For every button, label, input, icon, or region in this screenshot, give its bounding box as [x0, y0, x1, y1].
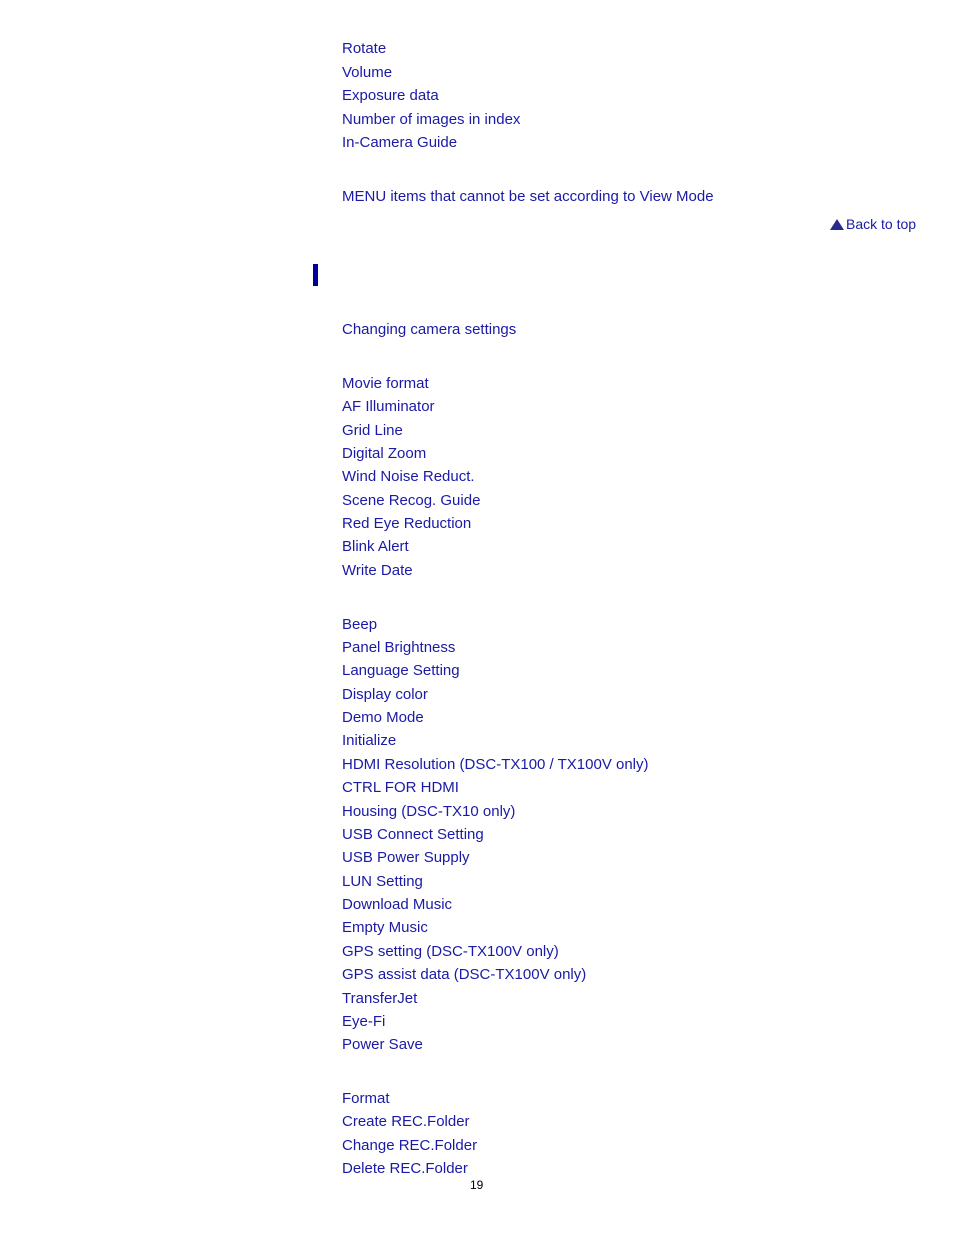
- list-item[interactable]: Initialize: [342, 732, 396, 750]
- list-item[interactable]: USB Connect Setting: [342, 826, 484, 844]
- up-triangle-icon: [830, 219, 844, 230]
- list-item[interactable]: Create REC.Folder: [342, 1113, 470, 1131]
- list-item[interactable]: Beep: [342, 616, 377, 634]
- list-item[interactable]: Language Setting: [342, 662, 460, 680]
- list-item[interactable]: Wind Noise Reduct.: [342, 468, 475, 486]
- back-to-top-label: Back to top: [846, 216, 917, 232]
- list-item[interactable]: Empty Music: [342, 919, 428, 937]
- list-item[interactable]: AF Illuminator: [342, 398, 435, 416]
- list-item[interactable]: Power Save: [342, 1036, 423, 1054]
- back-to-top-link[interactable]: Back to top: [830, 215, 916, 233]
- list-item[interactable]: LUN Setting: [342, 873, 423, 891]
- list-item[interactable]: USB Power Supply: [342, 849, 470, 867]
- list-item[interactable]: Download Music: [342, 896, 452, 914]
- list-item[interactable]: Scene Recog. Guide: [342, 492, 480, 510]
- list-item[interactable]: Housing (DSC-TX10 only): [342, 803, 515, 821]
- link-changing-camera-settings[interactable]: Changing camera settings: [342, 321, 516, 339]
- list-item[interactable]: HDMI Resolution (DSC-TX100 / TX100V only…: [342, 756, 649, 774]
- link-exposure-data[interactable]: Exposure data: [342, 87, 439, 105]
- section-heading-bar: [313, 264, 318, 286]
- list-item[interactable]: Eye-Fi: [342, 1013, 385, 1031]
- list-item[interactable]: Digital Zoom: [342, 445, 426, 463]
- list-item[interactable]: Delete REC.Folder: [342, 1160, 468, 1178]
- list-item[interactable]: Blink Alert: [342, 538, 409, 556]
- link-in-camera-guide[interactable]: In-Camera Guide: [342, 134, 457, 152]
- list-item[interactable]: Grid Line: [342, 422, 403, 440]
- list-item[interactable]: Write Date: [342, 562, 413, 580]
- list-item[interactable]: Demo Mode: [342, 709, 424, 727]
- link-view-mode-restrictions[interactable]: MENU items that cannot be set according …: [342, 188, 714, 206]
- list-item[interactable]: CTRL FOR HDMI: [342, 779, 459, 797]
- list-item[interactable]: Red Eye Reduction: [342, 515, 471, 533]
- list-item[interactable]: Display color: [342, 686, 428, 704]
- list-item[interactable]: GPS setting (DSC-TX100V only): [342, 943, 559, 961]
- list-item[interactable]: GPS assist data (DSC-TX100V only): [342, 966, 586, 984]
- link-volume[interactable]: Volume: [342, 64, 392, 82]
- list-item[interactable]: Movie format: [342, 375, 429, 393]
- list-item[interactable]: TransferJet: [342, 990, 417, 1008]
- link-rotate[interactable]: Rotate: [342, 40, 386, 58]
- list-item[interactable]: Change REC.Folder: [342, 1137, 477, 1155]
- link-number-of-images[interactable]: Number of images in index: [342, 111, 520, 129]
- list-item[interactable]: Panel Brightness: [342, 639, 455, 657]
- page-number: 19: [470, 1178, 484, 1192]
- list-item[interactable]: Format: [342, 1090, 390, 1108]
